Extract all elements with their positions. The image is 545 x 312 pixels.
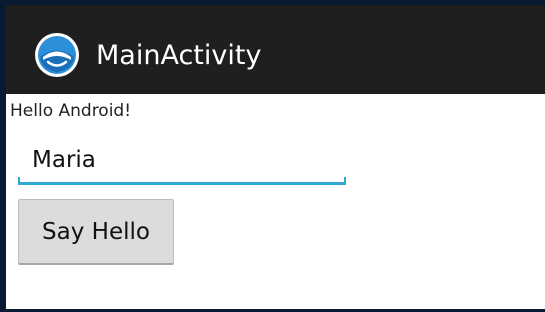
name-field-underline — [18, 182, 346, 185]
app-launcher-icon[interactable] — [34, 32, 80, 78]
greeting-text: Hello Android! — [10, 101, 132, 121]
name-field[interactable] — [18, 138, 346, 186]
name-field-tick-left — [18, 177, 20, 184]
say-hello-button[interactable]: Say Hello — [18, 199, 174, 265]
action-bar-title: MainActivity — [96, 40, 262, 71]
action-bar: MainActivity — [6, 5, 545, 94]
name-field-tick-right — [344, 177, 346, 184]
name-input[interactable] — [18, 138, 346, 182]
